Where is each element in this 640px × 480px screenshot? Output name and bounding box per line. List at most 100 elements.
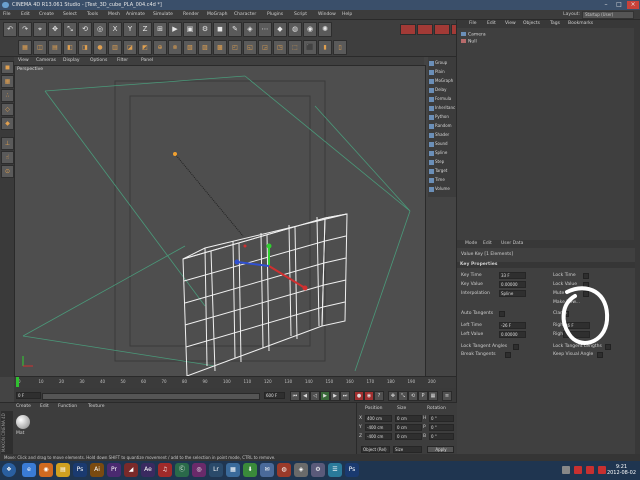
menu-tools[interactable]: Tools (87, 12, 98, 17)
play-reverse-icon[interactable]: ◁ (310, 391, 320, 401)
menu-simulate[interactable]: Simulate (153, 12, 173, 17)
toolbar2-icon-16[interactable]: ◲ (258, 40, 272, 55)
coord-position-x[interactable]: 400 cm (365, 415, 392, 422)
position-key-icon[interactable]: ✥ (388, 391, 398, 401)
toolbar2-icon-14[interactable]: ◰ (228, 40, 242, 55)
left-time-field[interactable]: -26 F (499, 322, 526, 329)
move-icon[interactable]: ✥ (48, 22, 62, 37)
attribute-menu-edit[interactable]: Edit (483, 241, 492, 246)
viewport-menu-view[interactable]: View (18, 58, 29, 63)
taskbar-app-2[interactable]: ◉ (39, 463, 53, 477)
array-icon[interactable]: ⋯ (258, 22, 272, 37)
object-menu-objects[interactable]: Objects (523, 21, 540, 26)
render-picture-icon[interactable] (417, 24, 433, 35)
viewport-menu-options[interactable]: Options (90, 58, 107, 63)
minimize-icon[interactable]: – (600, 1, 612, 9)
lock-tangent-angles-checkbox[interactable] (513, 344, 519, 350)
lock-time-checkbox[interactable] (583, 273, 589, 279)
coord-size-z[interactable]: 0 cm (395, 433, 422, 440)
coord-rotation-b[interactable]: 0 ° (429, 433, 454, 440)
frame-range-slider[interactable] (42, 393, 260, 400)
auto-tangents-checkbox[interactable] (499, 311, 505, 317)
record-icon[interactable]: ● (354, 391, 364, 401)
toolbar2-icon-5[interactable]: ● (93, 40, 107, 55)
z-axis-tip[interactable] (234, 259, 240, 265)
taskbar-app-6[interactable]: Pr (107, 463, 121, 477)
toolbar2-icon-11[interactable]: ▧ (183, 40, 197, 55)
menu-edit[interactable]: Edit (21, 12, 30, 17)
select-icon[interactable]: ⌖ (33, 22, 47, 37)
attribute-menu-user-data[interactable]: User Data (501, 241, 523, 246)
palette-item-sound[interactable]: Sound (429, 140, 455, 148)
break-tangents-checkbox[interactable] (505, 352, 511, 358)
menu-create[interactable]: Create (39, 12, 54, 17)
coord-mode-select[interactable]: Object (Rel) (361, 446, 390, 453)
system-clock[interactable]: 9:21 2012-08-02 (607, 464, 636, 476)
taskbar-app-1[interactable]: e (22, 463, 36, 477)
toolbar2-icon-18[interactable]: ⬚ (288, 40, 302, 55)
go-to-start-icon[interactable]: ⏮ (290, 391, 300, 401)
key-time-field[interactable]: 33 F (499, 272, 526, 279)
cube-grid-object[interactable] (182, 213, 348, 376)
z-axis-handle[interactable] (236, 261, 270, 267)
coord-position-y[interactable]: -400 cm (365, 424, 392, 431)
menu-animate[interactable]: Animate (126, 12, 145, 17)
render-settings-icon[interactable]: ⚙ (198, 22, 212, 37)
material-menu-texture[interactable]: Texture (88, 404, 104, 409)
toolbar2-icon-1[interactable]: ◫ (33, 40, 47, 55)
menu-help[interactable]: Help (342, 12, 352, 17)
viewport-menu-display[interactable]: Display (63, 58, 80, 63)
palette-item-time[interactable]: Time (429, 176, 455, 184)
palette-item-spline[interactable]: Spline (429, 149, 455, 157)
y-axis-icon[interactable]: Y (123, 22, 137, 37)
object-menu-file[interactable]: File (469, 21, 477, 26)
viewport-menu-filter[interactable]: Filter (117, 58, 128, 63)
material-menu-function[interactable]: Function (58, 404, 77, 409)
toolbar2-icon-6[interactable]: ▥ (108, 40, 122, 55)
close-icon[interactable]: × (627, 1, 639, 9)
object-menu-edit[interactable]: Edit (487, 21, 496, 26)
taskbar-app-9[interactable]: ♫ (158, 463, 172, 477)
apply-button[interactable]: Apply (427, 446, 454, 453)
key-value-field[interactable]: 0.00000 (499, 281, 526, 288)
toolbar2-icon-8[interactable]: ◩ (138, 40, 152, 55)
toolbar2-icon-9[interactable]: ⊕ (153, 40, 167, 55)
redo-icon[interactable]: ↷ (18, 22, 32, 37)
left-value-field[interactable]: 0.00000 (499, 331, 526, 338)
toolbar2-icon-17[interactable]: ◳ (273, 40, 287, 55)
object-row-camera[interactable]: Camera (461, 32, 486, 38)
palette-item-inheritance[interactable]: Inheritance (429, 104, 455, 112)
menu-character[interactable]: Character (234, 12, 256, 17)
palette-item-mograph[interactable]: MoGraph (429, 77, 455, 85)
scale-key-icon[interactable]: ⤡ (398, 391, 408, 401)
subdiv-icon[interactable]: ◈ (243, 22, 257, 37)
start-button[interactable]: ❖ (2, 463, 16, 477)
tweak-mode-icon[interactable]: ☝ (1, 151, 14, 164)
menu-mesh[interactable]: Mesh (108, 12, 120, 17)
pla-key-icon[interactable]: ▦ (428, 391, 438, 401)
material-preview-ball[interactable] (16, 415, 30, 429)
material-name[interactable]: Mat (16, 431, 24, 436)
x-axis-icon[interactable]: X (108, 22, 122, 37)
z-axis-icon[interactable]: Z (138, 22, 152, 37)
toolbar2-icon-2[interactable]: ▤ (48, 40, 62, 55)
palette-item-step[interactable]: Step (429, 158, 455, 166)
material-menu-edit[interactable]: Edit (40, 404, 49, 409)
size-mode-select[interactable]: Size (393, 446, 422, 453)
toolbar2-icon-3[interactable]: ◧ (63, 40, 77, 55)
taskbar-app-8[interactable]: Ae (141, 463, 155, 477)
object-menu-view[interactable]: View (505, 21, 516, 26)
undo-icon[interactable]: ↶ (3, 22, 17, 37)
palette-item-shader[interactable]: Shader (429, 131, 455, 139)
taskbar-app-20[interactable]: Ps (345, 463, 359, 477)
toolbar2-icon-20[interactable]: ▮ (318, 40, 332, 55)
points-mode-icon[interactable]: ∴ (1, 89, 14, 102)
end-frame-field[interactable]: 600 F (264, 392, 285, 399)
snap-icon[interactable]: ⊙ (1, 165, 14, 178)
coord-rotation-h[interactable]: 0 ° (429, 415, 454, 422)
render-view-icon[interactable]: ▶ (168, 22, 182, 37)
taskbar-app-11[interactable]: ◎ (192, 463, 206, 477)
null-object-point[interactable] (243, 244, 247, 248)
menu-script[interactable]: Script (294, 12, 307, 17)
toolbar2-icon-19[interactable]: ⬛ (303, 40, 317, 55)
